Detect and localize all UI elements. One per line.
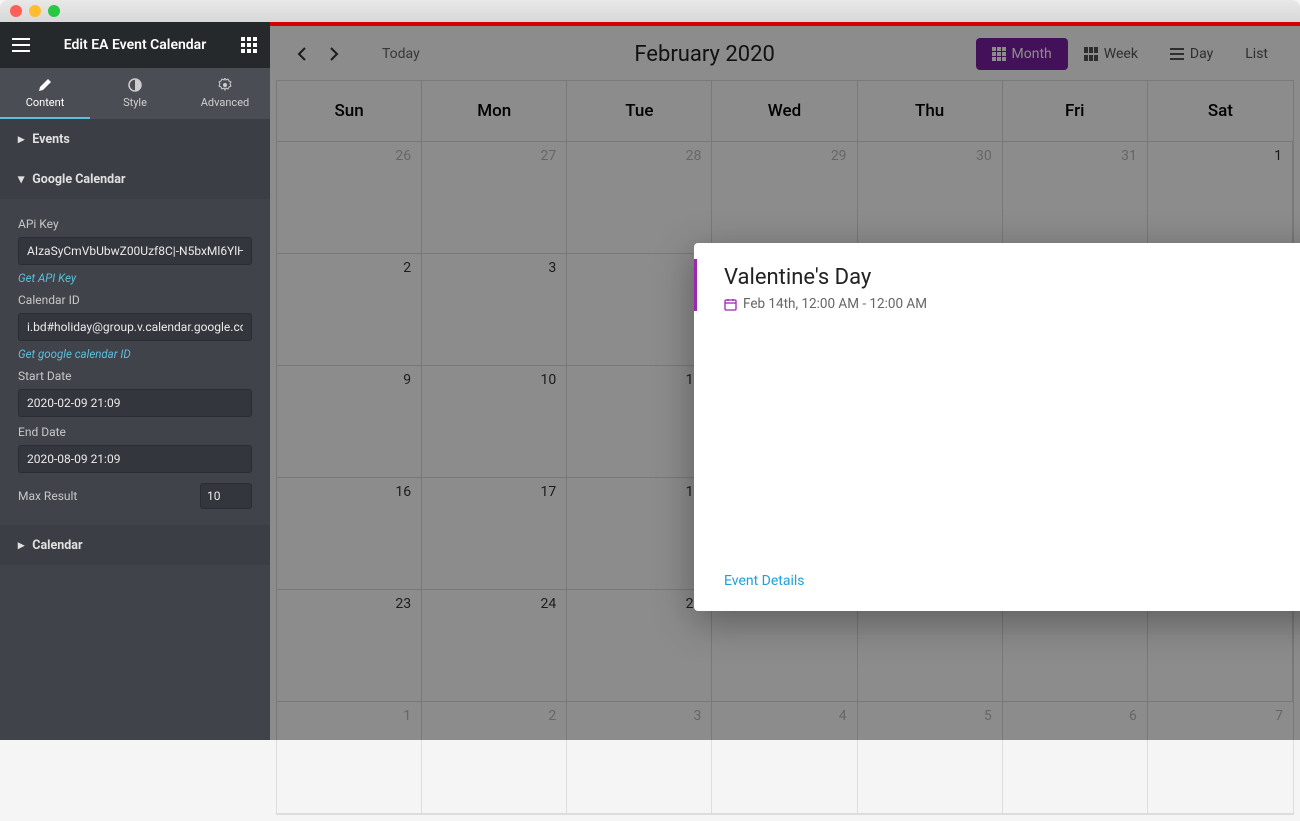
tab-label: Advanced <box>201 96 249 109</box>
max-result-label: Max Result <box>18 489 77 503</box>
section-calendar[interactable]: ▸ Calendar <box>0 525 270 565</box>
calendar-icon <box>724 298 737 311</box>
gear-icon <box>180 78 270 92</box>
start-date-label: Start Date <box>18 369 252 383</box>
pencil-icon <box>0 78 90 92</box>
apps-grid-icon[interactable] <box>240 36 258 54</box>
chevron-down-icon: ▾ <box>18 171 24 187</box>
section-label: Events <box>32 132 70 147</box>
sidebar-tabs: Content Style Advanced <box>0 68 270 119</box>
sidebar-header: Edit EA Event Calendar <box>0 22 270 68</box>
get-calendar-id-link[interactable]: Get google calendar ID <box>18 347 252 361</box>
calendar-id-input[interactable] <box>18 313 252 341</box>
section-label: Google Calendar <box>32 172 125 187</box>
event-accent <box>694 259 697 311</box>
section-label: Calendar <box>32 538 82 553</box>
start-date-input[interactable] <box>18 389 252 417</box>
maximize-window-button[interactable] <box>48 5 60 17</box>
tab-label: Content <box>26 96 65 109</box>
calendar-id-label: Calendar ID <box>18 293 252 307</box>
window-chrome <box>0 0 1300 22</box>
sidebar-title: Edit EA Event Calendar <box>30 37 240 53</box>
editor-sidebar: Edit EA Event Calendar Content Style <box>0 22 270 740</box>
tab-advanced[interactable]: Advanced <box>180 68 270 119</box>
event-time-text: Feb 14th, 12:00 AM - 12:00 AM <box>743 296 927 312</box>
close-window-button[interactable] <box>10 5 22 17</box>
section-google-calendar[interactable]: ▾ Google Calendar <box>0 159 270 199</box>
api-key-label: APi Key <box>18 217 252 231</box>
hamburger-icon[interactable] <box>12 36 30 54</box>
event-modal: ✕ Valentine's Day Feb 14th, 12:00 AM - 1… <box>694 243 1300 611</box>
event-details-link[interactable]: Event Details <box>724 573 805 589</box>
chevron-right-icon: ▸ <box>18 537 24 553</box>
tab-label: Style <box>123 96 147 109</box>
api-key-input[interactable] <box>18 237 252 265</box>
get-api-key-link[interactable]: Get API Key <box>18 271 252 285</box>
contrast-icon <box>90 78 180 92</box>
main-preview: Today February 2020 Month Week Day <box>270 22 1300 740</box>
event-title: Valentine's Day <box>724 265 1300 290</box>
max-result-input[interactable] <box>200 483 252 509</box>
tab-content[interactable]: Content <box>0 68 90 119</box>
end-date-input[interactable] <box>18 445 252 473</box>
event-time: Feb 14th, 12:00 AM - 12:00 AM <box>724 296 1300 312</box>
chevron-right-icon: ▸ <box>18 131 24 147</box>
section-events[interactable]: ▸ Events <box>0 119 270 159</box>
end-date-label: End Date <box>18 425 252 439</box>
section-google-calendar-body: APi Key Get API Key Calendar ID Get goog… <box>0 199 270 525</box>
minimize-window-button[interactable] <box>29 5 41 17</box>
tab-style[interactable]: Style <box>90 68 180 119</box>
